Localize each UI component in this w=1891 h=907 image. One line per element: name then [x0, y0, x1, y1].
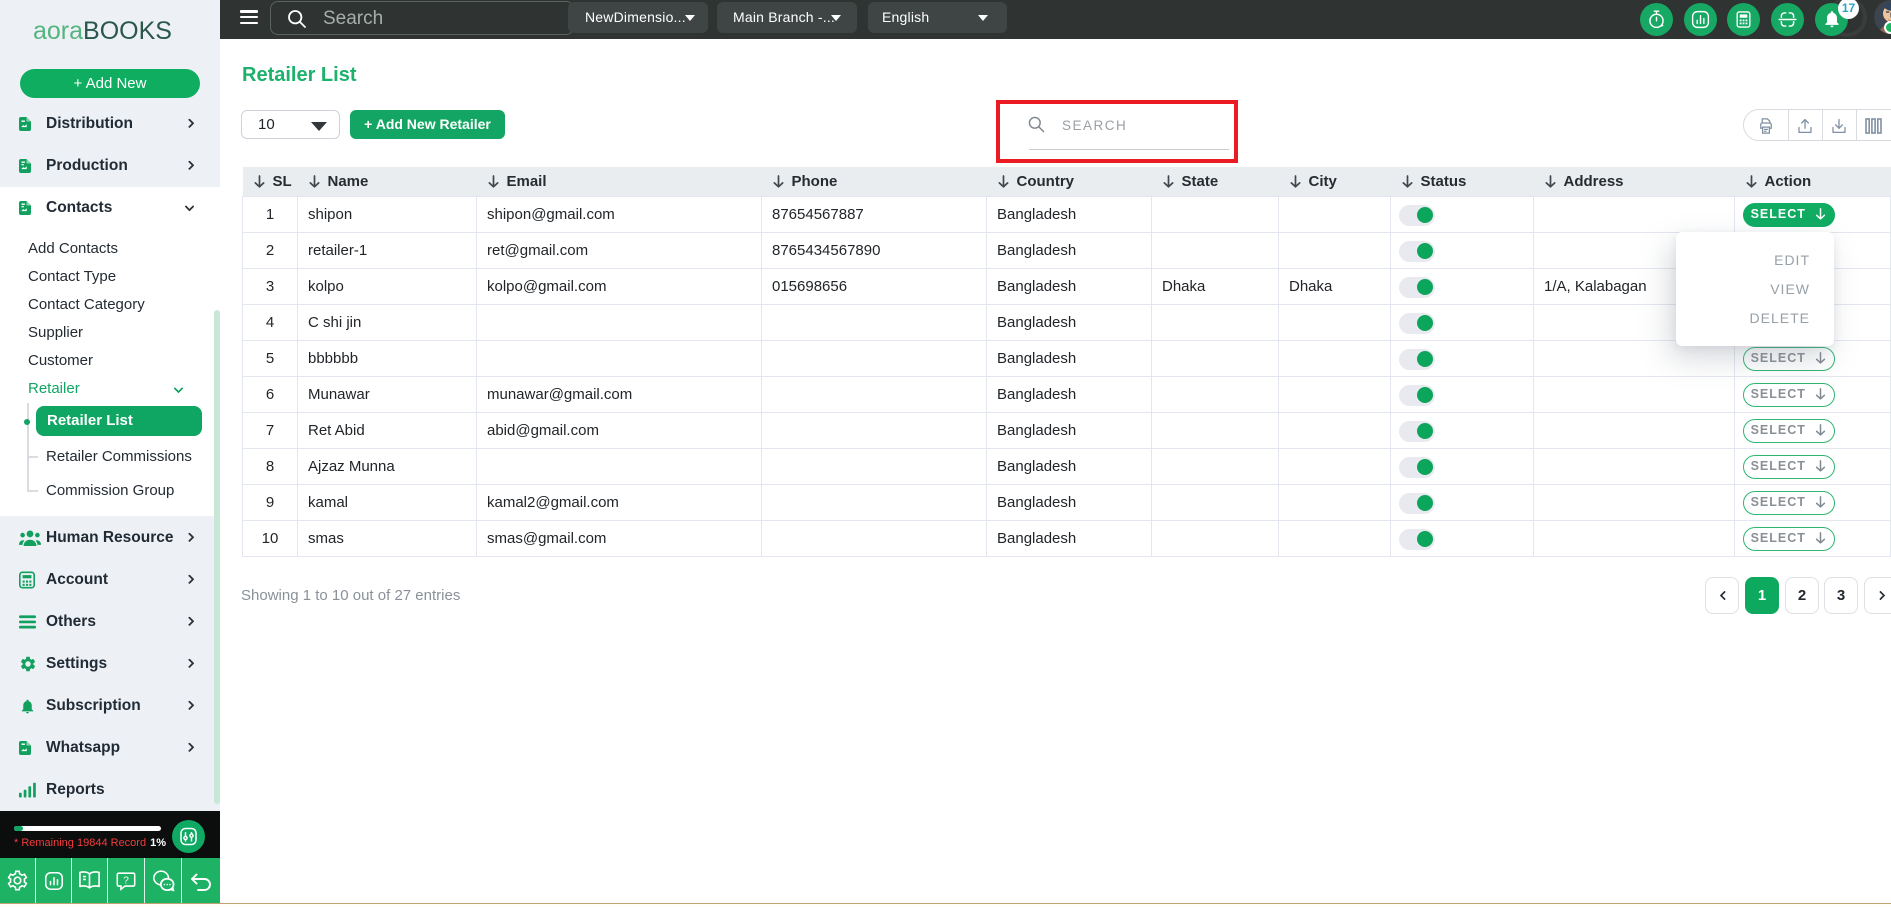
- svg-text:?: ?: [123, 875, 129, 886]
